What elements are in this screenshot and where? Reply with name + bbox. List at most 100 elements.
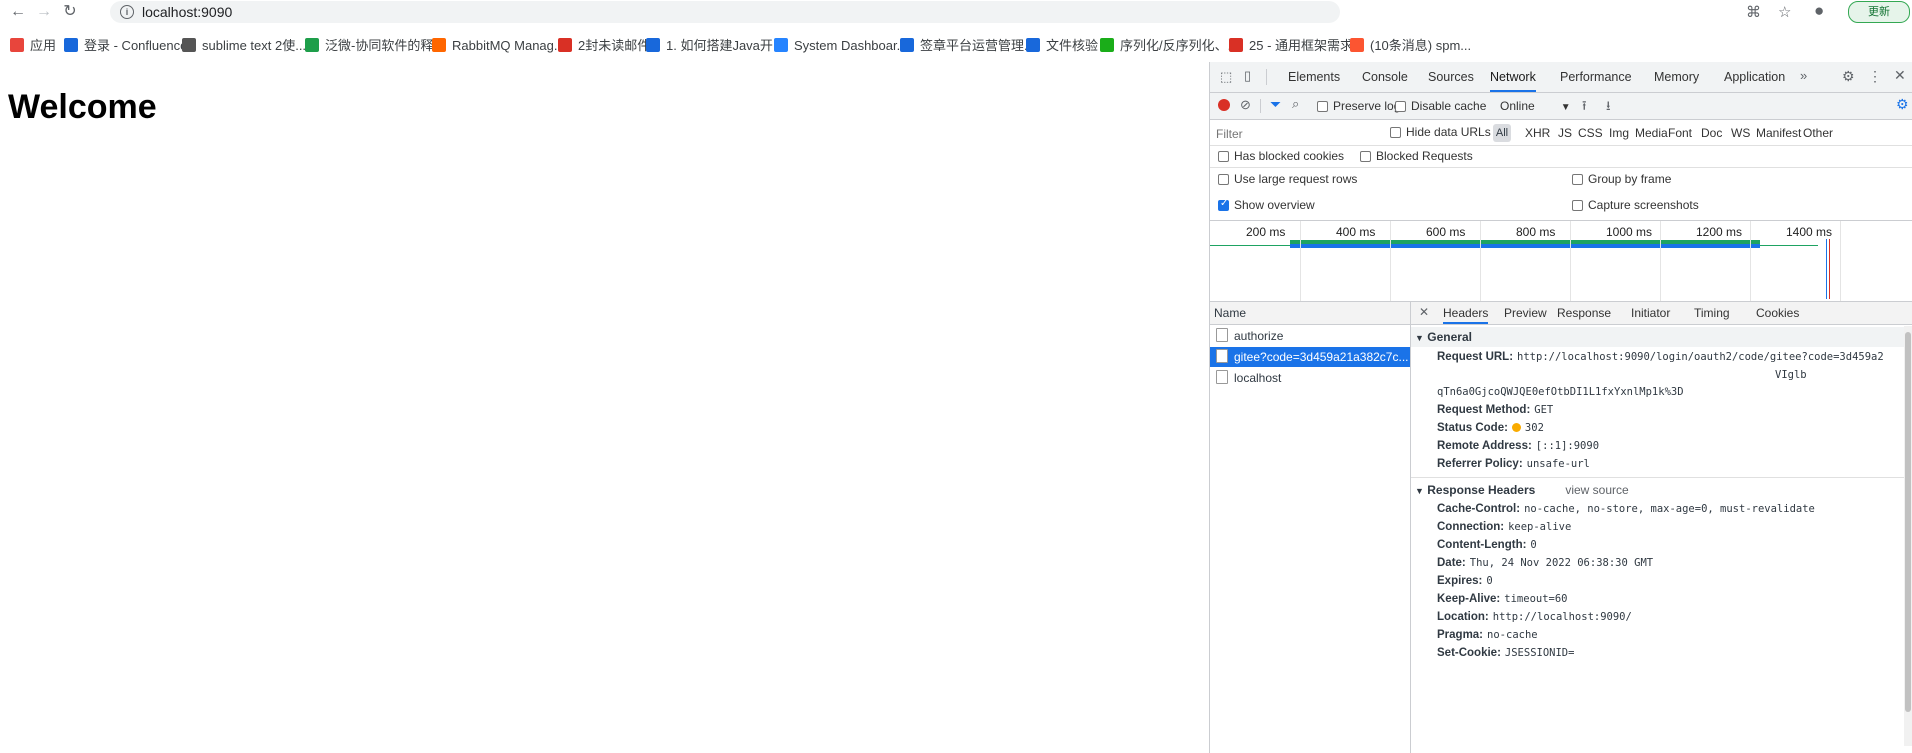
timeline-tick-label: 1400 ms bbox=[1786, 225, 1833, 239]
inspect-element-icon[interactable]: ⬚ bbox=[1220, 69, 1232, 85]
url-text[interactable]: localhost:9090 bbox=[142, 4, 232, 20]
settings-gear-icon[interactable]: ⚙ bbox=[1842, 68, 1855, 85]
wechat-icon bbox=[1100, 38, 1114, 52]
request-row[interactable]: gitee?code=3d459a21a382c7c... bbox=[1210, 347, 1410, 367]
timeline-overview[interactable]: 200 ms 400 ms 600 ms 800 ms 1000 ms 1200 ms 14… bbox=[1210, 221, 1912, 302]
detail-tab-cookies[interactable]: Cookies bbox=[1756, 302, 1799, 324]
disable-cache-checkbox[interactable]: Disable cache bbox=[1395, 97, 1486, 115]
bookmark-item[interactable]: System Dashboar... bbox=[774, 34, 907, 58]
type-filter-media[interactable]: Media bbox=[1635, 126, 1668, 140]
hide-data-urls-checkbox[interactable]: Hide data URLs bbox=[1390, 123, 1491, 141]
bookmark-label: 文件核验 bbox=[1046, 38, 1099, 53]
tab-elements[interactable]: Elements bbox=[1288, 62, 1340, 92]
update-badge[interactable]: 更新 bbox=[1848, 1, 1910, 23]
detail-tab-timing[interactable]: Timing bbox=[1694, 302, 1730, 324]
clear-icon[interactable]: ⊘ bbox=[1240, 97, 1251, 113]
request-details: ✕ Headers Preview Response Initiator Timing C… bbox=[1411, 302, 1912, 753]
address-bar[interactable] bbox=[110, 1, 1340, 23]
group-by-frame-checkbox[interactable]: Group by frame bbox=[1572, 172, 1671, 186]
header-key: Location: bbox=[1437, 611, 1489, 623]
bookmark-label: sublime text 2使... bbox=[202, 38, 307, 53]
detail-tab-preview[interactable]: Preview bbox=[1504, 302, 1547, 324]
type-filter-doc[interactable]: Doc bbox=[1701, 126, 1722, 140]
type-filter-css[interactable]: CSS bbox=[1578, 126, 1603, 140]
type-filter-js[interactable]: JS bbox=[1558, 126, 1572, 140]
bookmark-item[interactable]: 泛微-协同软件的释... bbox=[305, 34, 444, 58]
site-info-icon[interactable]: i bbox=[120, 5, 134, 19]
request-name: gitee?code=3d459a21a382c7c... bbox=[1234, 350, 1409, 364]
filter-funnel-icon[interactable]: ⏷ bbox=[1270, 96, 1281, 113]
translate-icon[interactable]: ⌘ bbox=[1746, 3, 1761, 21]
large-rows-label: Use large request rows bbox=[1234, 172, 1358, 186]
blocked-requests-checkbox[interactable]: Blocked Requests bbox=[1360, 149, 1473, 163]
bookmark-item[interactable]: 序列化/反序列化、... bbox=[1100, 34, 1238, 58]
export-har-icon[interactable]: ⭳ bbox=[1606, 97, 1611, 119]
request-row[interactable]: localhost bbox=[1210, 368, 1410, 388]
type-filter-manifest[interactable]: Manifest bbox=[1756, 126, 1801, 140]
type-filter-all[interactable]: All bbox=[1493, 124, 1511, 142]
detail-tab-headers[interactable]: Headers bbox=[1443, 302, 1489, 324]
bookmark-item[interactable]: 1. 如何搭建Java开... bbox=[646, 34, 784, 58]
tab-application[interactable]: Application bbox=[1724, 62, 1785, 92]
more-options-icon[interactable]: ⋮ bbox=[1868, 68, 1882, 85]
timeline-tick-label: 800 ms bbox=[1516, 225, 1556, 239]
has-blocked-cookies-checkbox[interactable]: Has blocked cookies bbox=[1218, 149, 1344, 163]
large-rows-checkbox[interactable]: Use large request rows bbox=[1218, 172, 1357, 186]
more-tabs-icon[interactable]: » bbox=[1800, 68, 1807, 83]
bookmark-item[interactable]: 应用 bbox=[10, 34, 56, 58]
close-details-icon[interactable]: ✕ bbox=[1419, 305, 1429, 319]
type-filter-font[interactable]: Font bbox=[1668, 126, 1692, 140]
show-overview-checkbox[interactable]: Show overview bbox=[1218, 198, 1315, 212]
view-source-link[interactable]: view source bbox=[1565, 483, 1628, 497]
capture-screenshots-checkbox[interactable]: Capture screenshots bbox=[1572, 198, 1699, 212]
import-har-icon[interactable]: ⭱ bbox=[1582, 97, 1587, 119]
tab-console[interactable]: Console bbox=[1362, 62, 1408, 92]
csdn-icon bbox=[1350, 38, 1364, 52]
tab-network[interactable]: Network bbox=[1490, 62, 1536, 92]
document-icon bbox=[1216, 370, 1228, 384]
network-settings-icon[interactable]: ⚙ bbox=[1896, 96, 1909, 113]
general-section-header[interactable]: ▼ General bbox=[1411, 327, 1911, 347]
bookmark-item[interactable]: (10条消息) spm... bbox=[1350, 34, 1471, 58]
close-devtools-icon[interactable]: ✕ bbox=[1894, 67, 1906, 84]
detail-tab-response[interactable]: Response bbox=[1557, 302, 1611, 324]
request-url-value: http://localhost:9090/login/oauth2/code/… bbox=[1517, 351, 1884, 363]
detail-tab-initiator[interactable]: Initiator bbox=[1631, 302, 1670, 324]
name-column-header[interactable]: Name bbox=[1210, 302, 1410, 325]
tab-sources[interactable]: Sources bbox=[1428, 62, 1474, 92]
bookmark-label: 签章平台运营管理... bbox=[920, 38, 1035, 53]
header-value: Thu, 24 Nov 2022 06:38:30 GMT bbox=[1469, 557, 1654, 569]
request-row[interactable]: authorize bbox=[1210, 326, 1410, 346]
throttle-select[interactable]: Online ▼ bbox=[1500, 97, 1571, 117]
type-filter-ws[interactable]: WS bbox=[1731, 126, 1750, 140]
bookmark-item[interactable]: 2封未读邮件 bbox=[558, 34, 650, 58]
bookmark-item[interactable]: 签章平台运营管理... bbox=[900, 34, 1035, 58]
search-icon[interactable]: ⌕ bbox=[1292, 96, 1299, 112]
type-filter-img[interactable]: Img bbox=[1609, 126, 1629, 140]
bookmark-item[interactable]: RabbitMQ Manag... bbox=[432, 34, 565, 58]
response-header-row: Expires: 0 bbox=[1437, 573, 1493, 589]
sublime-icon bbox=[182, 38, 196, 52]
bookmark-item[interactable]: 登录 - Confluence bbox=[64, 34, 187, 58]
bookmark-star-icon[interactable]: ☆ bbox=[1778, 3, 1791, 21]
bookmark-item[interactable]: sublime text 2使... bbox=[182, 34, 306, 58]
type-filter-xhr[interactable]: XHR bbox=[1525, 126, 1550, 140]
reload-icon[interactable]: ↻ bbox=[60, 2, 80, 22]
details-scrollbar-thumb[interactable] bbox=[1905, 332, 1911, 712]
bookmark-item[interactable]: 文件核验 bbox=[1026, 34, 1098, 58]
profile-avatar-icon[interactable]: ● bbox=[1814, 1, 1824, 21]
bookmark-item[interactable]: 25 - 通用框架需求... bbox=[1229, 34, 1364, 58]
filter-input[interactable] bbox=[1214, 124, 1386, 144]
type-filter-other[interactable]: Other bbox=[1803, 126, 1833, 140]
bookmark-label: (10条消息) spm... bbox=[1370, 38, 1472, 53]
disable-cache-label: Disable cache bbox=[1411, 99, 1487, 113]
record-icon[interactable] bbox=[1218, 99, 1230, 111]
back-icon[interactable]: ← bbox=[8, 2, 28, 22]
page-heading: Welcome bbox=[8, 88, 157, 126]
tab-memory[interactable]: Memory bbox=[1654, 62, 1699, 92]
forward-icon[interactable]: → bbox=[34, 2, 54, 22]
response-headers-section-header[interactable]: ▼ Response Headers view source bbox=[1411, 480, 1911, 500]
preserve-log-checkbox[interactable]: Preserve log bbox=[1317, 97, 1400, 115]
tab-performance[interactable]: Performance bbox=[1560, 62, 1632, 92]
device-toolbar-icon[interactable]: ▯ bbox=[1244, 68, 1251, 84]
